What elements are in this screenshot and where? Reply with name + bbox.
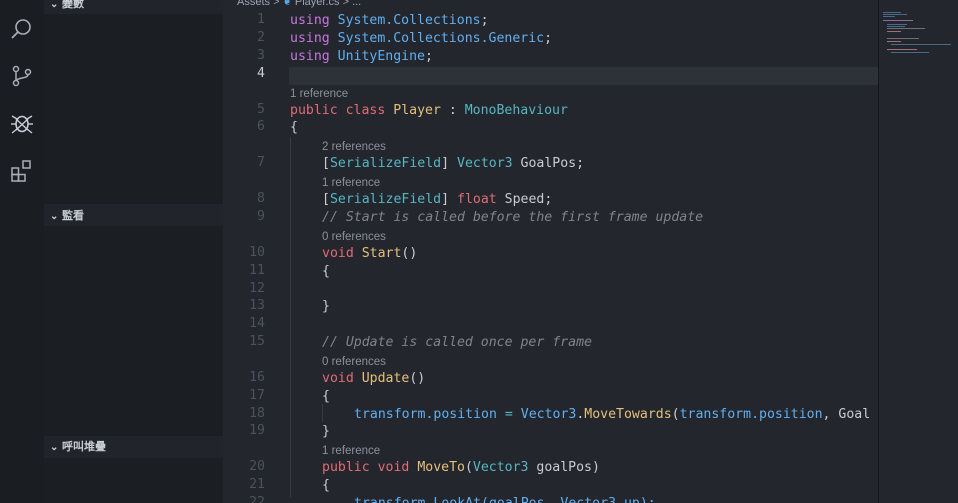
breadcrumb-folder[interactable]: Assets <box>237 0 270 8</box>
line-number: 14 <box>249 316 265 331</box>
code-line: public void MoveTo(Vector3 goalPos) <box>322 460 600 475</box>
chevron-down-icon: ⌄ <box>50 442 59 453</box>
code-line: } <box>322 424 330 439</box>
call-stack-section-header[interactable]: ⌄ 呼叫堆疊 <box>44 437 223 457</box>
breadcrumb-file[interactable]: Player.cs <box>295 0 340 8</box>
variables-section-header[interactable]: ⌄ 變數 <box>44 0 223 14</box>
code-line: } <box>322 299 330 314</box>
code-line: { <box>322 264 330 279</box>
search-icon[interactable] <box>8 15 36 43</box>
code-line: [SerializeField] float Speed; <box>322 192 553 207</box>
debug-sidebar: ⌄ 變數 ⌄ 監看 ⌄ 呼叫堆疊 <box>44 0 223 503</box>
minimap[interactable] <box>878 0 958 503</box>
current-line-number: 4 <box>257 66 265 81</box>
extensions-icon[interactable] <box>8 157 36 185</box>
code-line: // Update is called once per frame <box>322 335 592 350</box>
csharp-file-icon: ❦ <box>282 0 292 8</box>
code-line: void Start() <box>322 246 418 261</box>
code-line: transform.position = Vector3.MoveTowards… <box>354 407 871 422</box>
current-line-highlight <box>289 67 878 85</box>
codelens-references[interactable]: 2 references <box>322 141 386 155</box>
activity-bar <box>0 0 44 503</box>
codelens-references[interactable]: 0 references <box>322 231 386 245</box>
call-stack-section-label: 呼叫堆疊 <box>62 441 106 453</box>
codelens-references[interactable]: 1 reference <box>322 177 380 191</box>
code-line: using System.Collections.Generic; <box>290 31 553 46</box>
code-line: { <box>290 120 298 135</box>
code-line: transform.LookAt(goalPos, Vector3.up); <box>223 495 878 503</box>
call-stack-panel <box>44 458 223 503</box>
debug-icon[interactable] <box>8 109 36 137</box>
code-line: using System.Collections; <box>290 13 489 28</box>
code-line: // Start is called before the first fram… <box>322 210 704 225</box>
watch-section-label: 監看 <box>62 210 84 222</box>
variables-panel <box>44 14 223 204</box>
code-line: using UnityEngine; <box>290 49 433 64</box>
source-control-icon[interactable] <box>8 62 36 90</box>
chevron-down-icon: ⌄ <box>50 0 59 10</box>
code-line: { <box>322 478 330 493</box>
code-line: [SerializeField] Vector3 GoalPos; <box>322 156 585 171</box>
line-number: 12 <box>249 281 265 296</box>
code-line: void Update() <box>322 371 426 386</box>
watch-section-header[interactable]: ⌄ 監看 <box>44 206 223 226</box>
breadcrumb: Assets > ❦ Player.cs > ... <box>237 0 361 9</box>
watch-panel <box>44 226 223 436</box>
variables-section-label: 變數 <box>62 0 84 10</box>
codelens-references[interactable]: 1 reference <box>322 445 380 459</box>
chevron-down-icon: ⌄ <box>50 211 59 222</box>
code-line: { <box>322 389 330 404</box>
codelens-references[interactable]: 0 references <box>322 356 386 370</box>
codelens-references[interactable]: 1 reference <box>290 88 348 102</box>
code-line: public class Player : MonoBehaviour <box>290 103 568 118</box>
code-editor[interactable]: Assets > ❦ Player.cs > ... 1 2 3 4 5 6 7… <box>223 0 958 503</box>
breadcrumb-symbol[interactable]: ... <box>352 0 361 8</box>
